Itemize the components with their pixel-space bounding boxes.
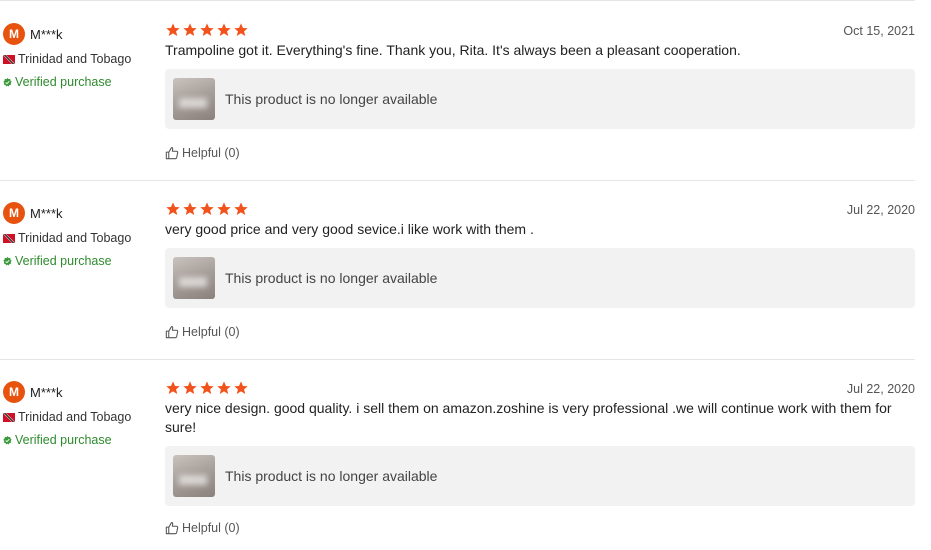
review-content: Jul 22, 2020 very nice design. good qual…	[165, 380, 915, 535]
thumbs-up-icon	[165, 522, 179, 535]
review-divider	[0, 180, 915, 181]
trinidad-flag-icon	[3, 233, 15, 243]
review-text: Trampoline got it. Everything's fine. Th…	[165, 42, 741, 58]
country-label: Trinidad and Tobago	[18, 410, 132, 424]
helpful-button[interactable]: Helpful (0)	[165, 521, 915, 535]
verified-label: Verified purchase	[15, 254, 112, 268]
star-rating	[165, 22, 915, 40]
reviewer-name: M***k	[30, 26, 63, 42]
star-icon	[183, 202, 197, 215]
star-icon	[166, 381, 180, 394]
verified-label: Verified purchase	[15, 75, 112, 89]
product-card[interactable]: This product is no longer available	[165, 69, 915, 129]
verified-badge: Verified purchase	[3, 433, 153, 447]
reviewer-info: M M***k Trinidad and Tobago Verified pur…	[3, 202, 153, 268]
avatar: M	[3, 23, 25, 45]
country-label: Trinidad and Tobago	[18, 52, 132, 66]
helpful-label: Helpful (0)	[182, 521, 240, 535]
thumbs-up-icon	[165, 147, 179, 160]
star-icon	[200, 23, 214, 36]
avatar: M	[3, 381, 25, 403]
star-icon	[200, 202, 214, 215]
reviewer-info: M M***k Trinidad and Tobago Verified pur…	[3, 23, 153, 89]
product-status: This product is no longer available	[225, 468, 438, 484]
product-thumbnail	[173, 78, 215, 120]
star-icon	[166, 23, 180, 36]
review-list: M M***k Trinidad and Tobago Verified pur…	[0, 0, 931, 550]
product-card[interactable]: This product is no longer available	[165, 446, 915, 506]
star-icon	[166, 202, 180, 215]
reviewer-country: Trinidad and Tobago	[3, 52, 153, 66]
reviewer-country: Trinidad and Tobago	[3, 410, 153, 424]
product-thumbnail	[173, 455, 215, 497]
verified-badge: Verified purchase	[3, 75, 153, 89]
product-status: This product is no longer available	[225, 270, 438, 286]
review-content: Oct 15, 2021 Trampoline got it. Everythi…	[165, 22, 915, 160]
helpful-label: Helpful (0)	[182, 146, 240, 160]
helpful-label: Helpful (0)	[182, 325, 240, 339]
star-rating	[165, 380, 915, 398]
star-icon	[234, 202, 248, 215]
helpful-button[interactable]: Helpful (0)	[165, 146, 915, 160]
country-label: Trinidad and Tobago	[18, 231, 132, 245]
avatar: M	[3, 202, 25, 224]
star-icon	[234, 381, 248, 394]
review-date: Jul 22, 2020	[846, 203, 915, 217]
verified-check-icon	[3, 77, 12, 86]
review-text: very good price and very good sevice.i l…	[165, 221, 534, 237]
reviewer-info: M M***k Trinidad and Tobago Verified pur…	[3, 381, 153, 447]
helpful-button[interactable]: Helpful (0)	[165, 325, 915, 339]
verified-check-icon	[3, 256, 12, 265]
star-rating	[165, 201, 915, 219]
review-divider	[0, 359, 915, 360]
star-icon	[217, 23, 231, 36]
review-text: very nice design. good quality. i sell t…	[165, 400, 892, 435]
star-icon	[183, 381, 197, 394]
review-content: Jul 22, 2020 very good price and very go…	[165, 201, 915, 339]
reviewer-name: M***k	[30, 205, 63, 221]
thumbs-up-icon	[165, 326, 179, 339]
star-icon	[217, 381, 231, 394]
review-date: Oct 15, 2021	[843, 24, 915, 38]
star-icon	[234, 23, 248, 36]
star-icon	[183, 23, 197, 36]
reviewer-country: Trinidad and Tobago	[3, 231, 153, 245]
trinidad-flag-icon	[3, 54, 15, 64]
trinidad-flag-icon	[3, 412, 15, 422]
reviewer-name: M***k	[30, 384, 63, 400]
verified-badge: Verified purchase	[3, 254, 153, 268]
verified-label: Verified purchase	[15, 433, 112, 447]
product-status: This product is no longer available	[225, 91, 438, 107]
star-icon	[217, 202, 231, 215]
product-thumbnail	[173, 257, 215, 299]
star-icon	[200, 381, 214, 394]
review-date: Jul 22, 2020	[846, 382, 915, 396]
product-card[interactable]: This product is no longer available	[165, 248, 915, 308]
review-divider	[0, 0, 915, 1]
verified-check-icon	[3, 435, 12, 444]
